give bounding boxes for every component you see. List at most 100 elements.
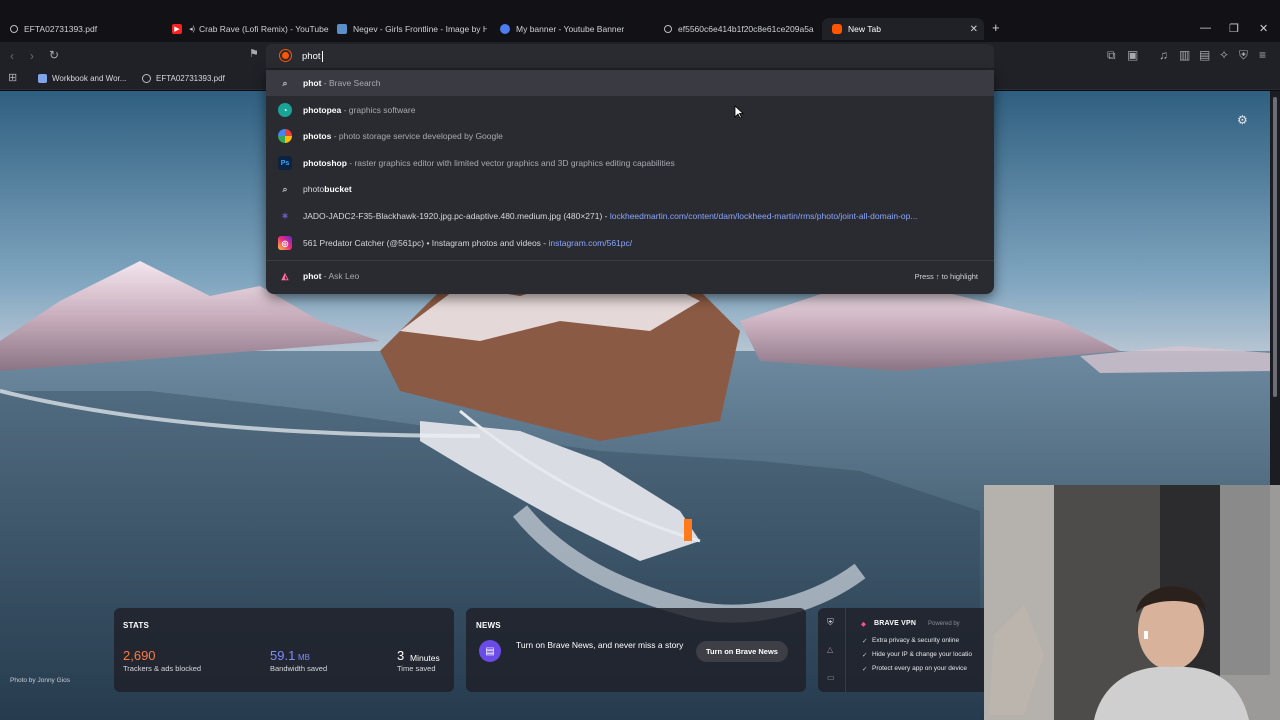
- tab-hash[interactable]: ef5560c6e414b1f20c8e61ce209a5a6: [664, 18, 814, 40]
- tab-strip: EFTA02731393.pdf ▶ ◂) Crab Rave (Lofi Re…: [0, 0, 1280, 42]
- canva-icon: [500, 24, 510, 34]
- instagram-icon: ◎: [278, 236, 292, 250]
- webcam-person-illustration: [984, 485, 1280, 720]
- suggestion-match: photopea: [303, 105, 342, 115]
- globe-icon: [142, 74, 151, 83]
- photopea-icon: ◔: [278, 103, 292, 117]
- tab-pdf[interactable]: EFTA02731393.pdf: [8, 18, 168, 40]
- brave-search-icon: [280, 50, 291, 61]
- gear-icon[interactable]: ⚙: [1237, 113, 1248, 127]
- minimize-icon[interactable]: —: [1200, 22, 1211, 34]
- restore-icon[interactable]: ❐: [1229, 22, 1239, 35]
- divider: [266, 260, 994, 261]
- suggestion-item[interactable]: photos - photo storage service developed…: [266, 123, 994, 149]
- bandwidth-unit: MB: [298, 653, 310, 662]
- suggestion-item[interactable]: ◎ 561 Predator Catcher (@561pc) • Instag…: [266, 230, 994, 256]
- vpn-card: ⛨ △ ▭ ◆ BRAVE VPN Powered by ✓ Extra pri…: [818, 608, 984, 692]
- suggestion-match: photoshop: [303, 158, 347, 168]
- extensions-icon[interactable]: ⧉: [1107, 49, 1116, 61]
- media-icon[interactable]: ♫: [1159, 49, 1168, 61]
- bookmark-pdf[interactable]: EFTA02731393.pdf: [142, 74, 225, 83]
- search-icon: ⌕: [282, 183, 288, 194]
- globe-icon: [664, 25, 672, 33]
- tab-label: New Tab: [848, 24, 881, 34]
- back-icon[interactable]: ‹: [10, 50, 14, 62]
- suggestion-url: instagram.com/561pc/: [548, 238, 633, 248]
- bookmark-label: EFTA02731393.pdf: [156, 74, 225, 83]
- suggestion-item[interactable]: ⌕ phot - Brave Search: [266, 70, 994, 96]
- image-icon: [337, 24, 347, 34]
- reload-icon[interactable]: ↻: [49, 49, 59, 61]
- news-title: NEWS: [476, 621, 501, 630]
- scrollbar-thumb[interactable]: [1273, 97, 1277, 397]
- leo-icon[interactable]: ✧: [1219, 49, 1229, 61]
- lockheed-icon: ✶: [281, 210, 289, 221]
- suggestion-match: phot: [303, 78, 322, 88]
- tab-label: Crab Rave (Lofi Remix) - YouTube: [199, 24, 329, 34]
- tab-banner[interactable]: My banner - Youtube Banner: [500, 18, 650, 40]
- check-icon: ✓: [862, 666, 868, 673]
- tab-label: My banner - Youtube Banner: [516, 24, 625, 34]
- screenshot-icon[interactable]: ▣: [1127, 49, 1138, 61]
- vpn-logo-icon: ◆: [861, 621, 866, 628]
- brave-icon: [832, 24, 842, 34]
- suggestion-desc: - photo storage service developed by Goo…: [331, 131, 503, 141]
- omnibox-dropdown: ⌕ phot - Brave Search ◔ photopea - graph…: [266, 70, 994, 294]
- tab-youtube[interactable]: ▶ ◂) Crab Rave (Lofi Remix) - YouTube: [172, 18, 332, 40]
- apps-grid-icon[interactable]: ⊞: [8, 73, 17, 84]
- speaker-icon: ◂): [189, 26, 195, 33]
- time-value: 3: [397, 648, 405, 663]
- vpn-title: BRAVE VPN: [874, 620, 917, 627]
- widget-switcher: ⛨ △ ▭: [818, 608, 846, 692]
- search-icon: ⌕: [282, 77, 288, 88]
- suggestion-desc: - Brave Search: [321, 78, 381, 88]
- bookmark-icon[interactable]: ⚑: [249, 49, 259, 60]
- leo-suggestion[interactable]: ◭ phot - Ask Leo Press ↑ to highlight: [266, 263, 994, 289]
- suggestion-desc: - graphics software: [341, 105, 416, 115]
- photo-credit: Photo by Jonny Gios: [10, 677, 70, 684]
- tab-negev[interactable]: Negev - Girls Frontline - Image by Ha: [337, 18, 487, 40]
- tab-new-tab[interactable]: New Tab ✕: [822, 18, 984, 40]
- stats-title: STATS: [123, 621, 150, 630]
- suggestion-item[interactable]: ◔ photopea - graphics software: [266, 97, 994, 123]
- suggestion-desc: JADO-JADC2-F35-Blackhawk-1920.jpg.pc-ada…: [303, 211, 610, 221]
- google-photos-icon: [278, 129, 292, 143]
- talk-tab-icon[interactable]: ▭: [827, 673, 835, 682]
- tab-label: Negev - Girls Frontline - Image by Ha: [353, 24, 487, 34]
- check-icon: ✓: [862, 652, 868, 659]
- new-tab-plus-icon[interactable]: +: [992, 20, 1000, 35]
- menu-icon[interactable]: ≡: [1259, 49, 1266, 61]
- vpn-tab-icon[interactable]: ⛨: [827, 617, 834, 628]
- check-icon: ✓: [862, 638, 868, 645]
- close-window-icon[interactable]: ✕: [1259, 22, 1268, 35]
- vpn-feature: Protect every app on your device: [872, 665, 968, 672]
- time-label: Time saved: [397, 664, 436, 673]
- wallet-icon[interactable]: ▤: [1199, 49, 1210, 61]
- vpn-shield-icon[interactable]: ⛨: [1239, 49, 1248, 61]
- news-icon: ▤: [479, 640, 501, 662]
- trackers-label: Trackers & ads blocked: [123, 664, 202, 673]
- suggestion-url: lockheedmartin.com/content/dam/lockheed-…: [609, 211, 918, 221]
- bookmark-label: Workbook and Wor...: [52, 74, 127, 83]
- forward-icon[interactable]: ›: [30, 50, 34, 62]
- time-unit: Minutes: [410, 653, 440, 663]
- suggestion-item[interactable]: Ps photoshop - raster graphics editor wi…: [266, 150, 994, 176]
- news-card: NEWS ▤ Turn on Brave News, and never mis…: [466, 608, 806, 692]
- leo-icon: ◭: [281, 270, 289, 281]
- suggestion-item[interactable]: ⌕ photobucket: [266, 176, 994, 202]
- rewards-tab-icon[interactable]: △: [827, 645, 833, 654]
- turn-on-news-button[interactable]: Turn on Brave News: [696, 641, 788, 662]
- address-bar[interactable]: phot: [266, 44, 994, 68]
- vpn-powered: Powered by: [928, 621, 960, 627]
- suggestion-item[interactable]: ✶ JADO-JADC2-F35-Blackhawk-1920.jpg.pc-a…: [266, 203, 994, 229]
- bandwidth-value: 59.1: [270, 648, 296, 663]
- suggestion-match: photos: [303, 131, 332, 141]
- stats-card: STATS 2,690 Trackers & ads blocked 59.1 …: [114, 608, 454, 692]
- leo-query: phot: [303, 271, 322, 281]
- trackers-value: 2,690: [123, 648, 156, 663]
- address-input-value[interactable]: phot: [302, 51, 321, 62]
- sidebar-icon[interactable]: ▥: [1179, 49, 1190, 61]
- bookmark-workbook[interactable]: Workbook and Wor...: [38, 74, 126, 83]
- close-tab-icon[interactable]: ✕: [970, 24, 978, 35]
- text-cursor: [321, 50, 323, 62]
